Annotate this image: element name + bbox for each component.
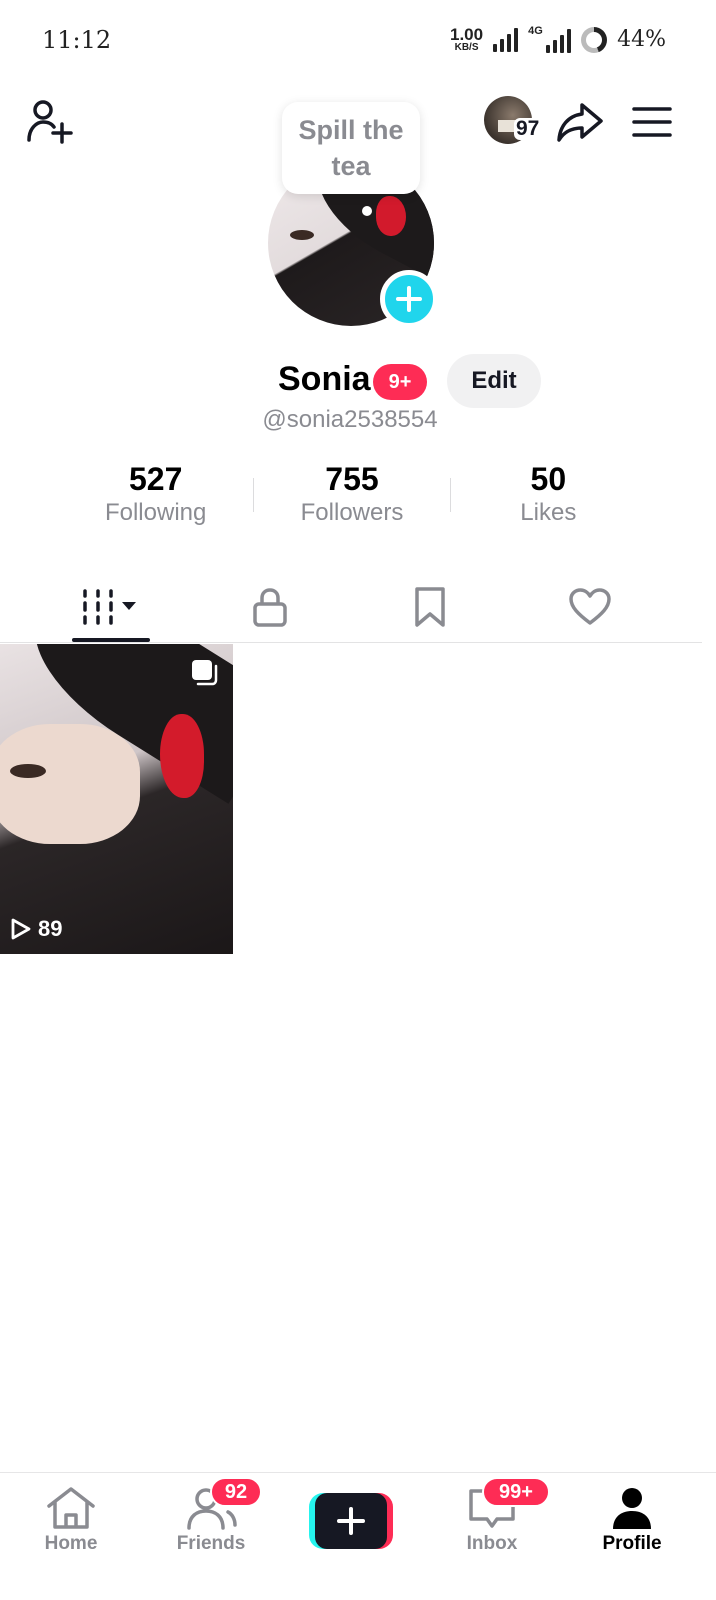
username: @sonia2538554: [262, 406, 438, 433]
mobile-data-icon: 4G: [528, 24, 572, 53]
battery-percent: 44%: [617, 27, 666, 52]
inbox-badge: 99+: [482, 1477, 550, 1507]
stat-label: Followers: [300, 499, 404, 526]
lock-icon: [253, 588, 287, 627]
create-plus-icon: [337, 1507, 365, 1535]
heart-icon: [569, 588, 611, 625]
add-story-button[interactable]: [380, 270, 438, 328]
notification-badge[interactable]: 9+: [373, 364, 427, 400]
display-name: Sonia: [278, 360, 371, 398]
profile-icon: [613, 1488, 651, 1529]
status-indicators: 1.00 KB/S 4G 44%: [450, 24, 666, 53]
nav-label: Profile: [602, 1533, 662, 1554]
share-profile-button[interactable]: [552, 98, 608, 146]
avatar-note-bubble[interactable]: Spill the tea: [282, 102, 420, 194]
battery-icon: [581, 26, 608, 53]
stat-label: Likes: [520, 499, 577, 526]
stat-following[interactable]: 527 Following: [58, 460, 253, 530]
menu-button[interactable]: [626, 98, 678, 146]
view-count-value: 89: [38, 916, 63, 941]
story-count: 97: [514, 117, 542, 140]
tab-private[interactable]: [190, 572, 350, 642]
hamburger-menu-icon: [632, 107, 672, 137]
grid-icon: [83, 589, 136, 625]
stat-likes[interactable]: 50 Likes: [451, 460, 646, 530]
stat-followers[interactable]: 755 Followers: [254, 460, 449, 530]
network-speed: 1.00 KB/S: [450, 26, 483, 53]
content-tabs: [30, 572, 670, 642]
tabs-divider: [0, 642, 702, 643]
view-count: 89: [10, 916, 62, 942]
add-friend-button[interactable]: [22, 96, 78, 146]
status-time: 11:12: [42, 26, 112, 54]
create-button[interactable]: [309, 1493, 393, 1549]
share-arrow-icon: [557, 103, 603, 142]
bubble-tail: [362, 206, 372, 216]
nav-label: Home: [44, 1533, 98, 1554]
stat-label: Following: [104, 499, 207, 526]
multi-photo-icon: [192, 660, 218, 686]
add-person-icon: [27, 100, 73, 144]
home-icon: [47, 1487, 95, 1529]
edit-profile-button[interactable]: Edit: [447, 354, 541, 408]
plus-icon: [396, 286, 422, 312]
friends-badge: 92: [210, 1477, 262, 1507]
play-icon: [11, 918, 31, 940]
nav-profile[interactable]: Profile: [582, 1485, 682, 1555]
bookmark-icon: [415, 587, 445, 627]
status-bar: 11:12 1.00 KB/S 4G 44%: [0, 0, 716, 80]
network-speed-value: 1.00: [450, 25, 484, 44]
stat-value: 527: [128, 461, 183, 497]
bottom-navigation: Home Friends 92 Inbox 99+ Profile: [0, 1472, 716, 1600]
nav-label: Friends: [176, 1533, 246, 1554]
tab-saved[interactable]: [350, 572, 510, 642]
story-views-button[interactable]: 97: [484, 96, 546, 146]
network-speed-unit: KB/S: [454, 42, 479, 53]
network-type: 4G: [528, 24, 543, 37]
stat-value: 50: [530, 461, 567, 497]
signal-icon: [493, 27, 519, 52]
tab-videos[interactable]: [30, 572, 190, 642]
nav-label: Inbox: [466, 1533, 518, 1554]
video-thumbnail[interactable]: 89: [0, 644, 233, 954]
stat-value: 755: [325, 461, 379, 497]
tab-liked[interactable]: [510, 572, 670, 642]
nav-home[interactable]: Home: [21, 1485, 121, 1555]
profile-stats: 527 Following 755 Followers 50 Likes: [58, 460, 646, 530]
